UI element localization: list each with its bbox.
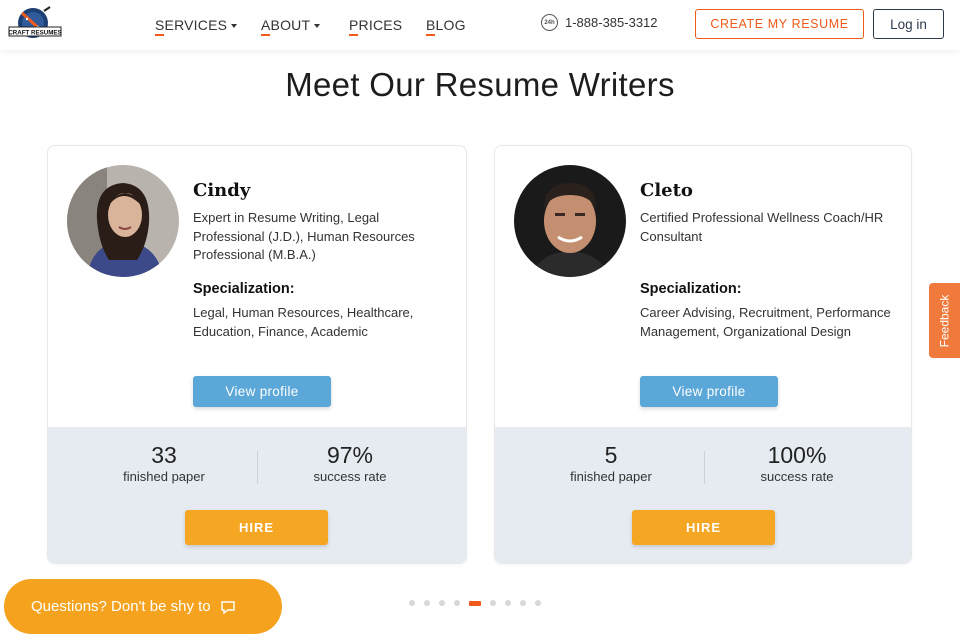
- carousel-dot[interactable]: [490, 600, 496, 606]
- nav-underline: [349, 34, 358, 36]
- nav-blog-label: BLOG: [426, 17, 466, 33]
- phone-link[interactable]: 24h 1-888-385-3312: [541, 14, 658, 31]
- writer-role: Certified Professional Wellness Coach/HR…: [640, 210, 884, 244]
- writer-stats: 33 finished paper 97% success rate HIRE: [48, 427, 466, 563]
- page-title: Meet Our Resume Writers: [285, 66, 675, 103]
- nav-underline: [155, 34, 164, 36]
- avatar: [514, 165, 626, 277]
- hire-button[interactable]: HIRE: [185, 510, 328, 545]
- carousel-dots: [409, 600, 541, 606]
- carousel-dot[interactable]: [535, 600, 541, 606]
- success-rate-value: 97%: [326, 442, 374, 468]
- nav-prices-label: PRICES: [349, 17, 403, 33]
- finished-papers-label: finished paper: [570, 469, 652, 484]
- carousel-dot[interactable]: [409, 600, 415, 606]
- site-header: CRAFT RESUMES SERVICES ABOUT PRICES BLOG…: [0, 0, 960, 50]
- finished-papers-value: 33: [151, 442, 177, 468]
- success-rate-label: success rate: [313, 469, 387, 484]
- caret-down-icon: [231, 23, 238, 28]
- success-rate-stat: 100% success rate: [727, 441, 867, 484]
- hire-button[interactable]: HIRE: [632, 510, 775, 545]
- specialization-heading: Specialization:: [193, 281, 295, 297]
- finished-papers-stat: 5 finished paper: [541, 441, 681, 484]
- success-rate-stat: 97% success rate: [280, 441, 420, 484]
- create-resume-button[interactable]: CREATE MY RESUME: [695, 9, 864, 39]
- specialization-heading: Specialization:: [640, 281, 742, 297]
- chat-bubble-icon: [220, 600, 235, 614]
- logo-icon: CRAFT RESUMES: [8, 6, 62, 38]
- feedback-tab[interactable]: Feedback: [929, 283, 960, 358]
- phone-24h-icon: 24h: [541, 14, 558, 31]
- stat-divider: [257, 451, 258, 484]
- finished-papers-stat: 33 finished paper: [94, 441, 234, 484]
- finished-papers-value: 5: [604, 442, 618, 468]
- nav-services[interactable]: SERVICES: [155, 0, 238, 50]
- carousel-dot[interactable]: [505, 600, 511, 606]
- carousel-dot[interactable]: [520, 600, 526, 606]
- login-button[interactable]: Log in: [873, 9, 944, 39]
- nav-services-label: SERVICES: [155, 17, 228, 33]
- chat-button[interactable]: Questions? Don't be shy to: [4, 579, 282, 634]
- logo-text: CRAFT RESUMES: [8, 30, 61, 37]
- view-profile-button[interactable]: View profile: [193, 376, 331, 407]
- success-rate-value: 100%: [767, 442, 827, 468]
- phone-number: 1-888-385-3312: [565, 15, 658, 30]
- chat-label: Questions? Don't be shy to: [31, 598, 211, 615]
- carousel-dot[interactable]: [454, 600, 460, 606]
- carousel-dot[interactable]: [424, 600, 430, 606]
- nav-about-label: ABOUT: [261, 17, 311, 33]
- feedback-label: Feedback: [937, 294, 952, 347]
- specialization-text: Legal, Human Resources, Healthcare, Educ…: [193, 305, 414, 339]
- writer-card: Cleto Certified Professional Wellness Co…: [494, 145, 912, 564]
- nav-underline: [426, 34, 435, 36]
- writer-card: Cindy Expert in Resume Writing, Legal Pr…: [47, 145, 467, 564]
- nav-about[interactable]: ABOUT: [261, 0, 321, 50]
- nav-prices[interactable]: PRICES: [349, 0, 402, 50]
- writer-role: Expert in Resume Writing, Legal Professi…: [193, 210, 415, 262]
- stat-divider: [704, 451, 705, 484]
- carousel-dot[interactable]: [439, 600, 445, 606]
- specialization-text: Career Advising, Recruitment, Performanc…: [640, 305, 891, 339]
- success-rate-label: success rate: [760, 469, 834, 484]
- writer-name: Cleto: [640, 180, 693, 201]
- writer-name: Cindy: [193, 180, 251, 201]
- carousel-dot[interactable]: [469, 600, 481, 606]
- caret-down-icon: [314, 23, 321, 28]
- writer-stats: 5 finished paper 100% success rate HIRE: [495, 427, 911, 563]
- view-profile-button[interactable]: View profile: [640, 376, 778, 407]
- avatar: [67, 165, 179, 277]
- logo[interactable]: CRAFT RESUMES: [8, 5, 62, 45]
- finished-papers-label: finished paper: [123, 469, 205, 484]
- nav-blog[interactable]: BLOG: [426, 0, 466, 50]
- nav-underline: [261, 34, 270, 36]
